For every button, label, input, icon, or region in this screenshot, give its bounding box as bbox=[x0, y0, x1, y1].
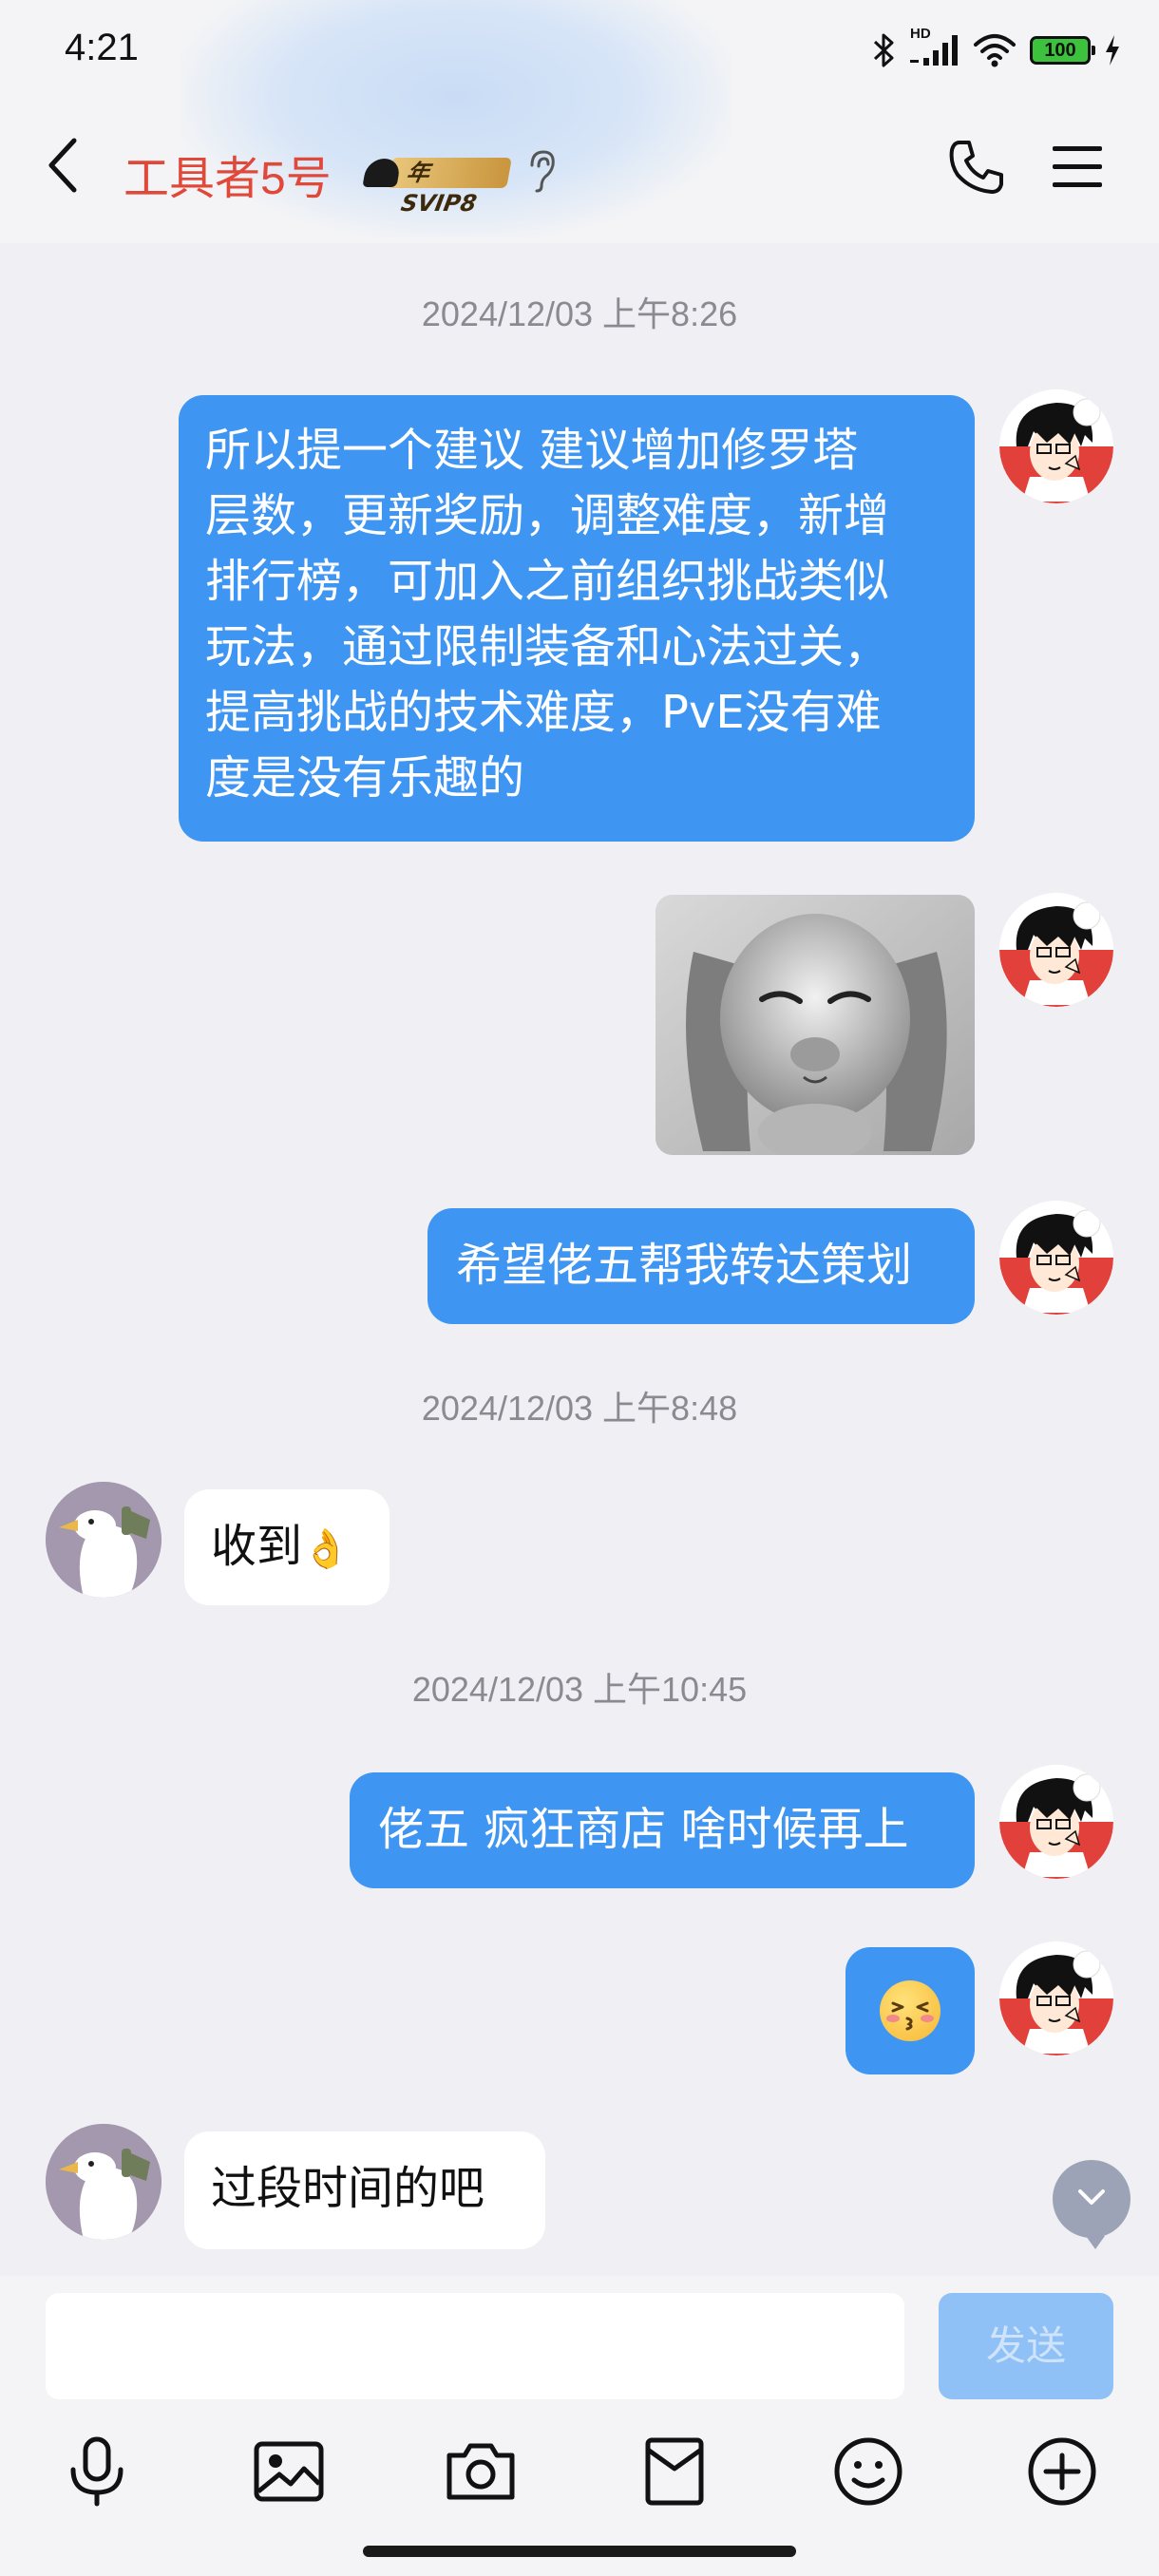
voice-input-button[interactable] bbox=[57, 2434, 137, 2513]
my-avatar[interactable] bbox=[999, 1941, 1113, 2055]
message-line: 玩法，通过限制装备和心法过关， bbox=[205, 620, 890, 673]
image-picker-button[interactable] bbox=[249, 2434, 329, 2513]
emoji-icon bbox=[833, 2436, 903, 2510]
contact-name[interactable]: 工具者5号 bbox=[124, 141, 332, 207]
incoming-message-bubble[interactable]: 过段时间的吧 bbox=[184, 2131, 545, 2249]
message-line: 提高挑战的技术难度，PvE没有难 bbox=[205, 686, 882, 739]
my-avatar[interactable] bbox=[999, 1765, 1113, 1879]
camera-icon bbox=[444, 2440, 518, 2507]
contact-avatar[interactable] bbox=[46, 1482, 162, 1598]
wifi-icon bbox=[973, 31, 1016, 69]
image-icon bbox=[253, 2440, 325, 2507]
status-icons: HD 100 bbox=[872, 26, 1121, 72]
emoji-picker-button[interactable] bbox=[828, 2434, 908, 2513]
plus-icon bbox=[1027, 2436, 1097, 2510]
network-label: HD bbox=[910, 26, 931, 42]
camera-button[interactable] bbox=[441, 2434, 521, 2513]
red-packet-button[interactable] bbox=[635, 2434, 714, 2513]
kissing-face-emoji bbox=[880, 1980, 940, 2041]
message-text: 收到 bbox=[211, 1520, 303, 1573]
outgoing-message-bubble[interactable]: 佬五 疯狂商店 啥时候再上 bbox=[350, 1772, 975, 1888]
message-timestamp: 2024/12/03 上午8:48 bbox=[421, 1389, 738, 1428]
menu-icon bbox=[1051, 146, 1104, 196]
send-button[interactable]: 发送 bbox=[939, 2293, 1113, 2399]
home-indicator[interactable] bbox=[363, 2546, 796, 2557]
incoming-message-bubble[interactable]: 收到👌 bbox=[184, 1489, 390, 1605]
message-line: 度是没有乐趣的 bbox=[205, 751, 525, 805]
message-composer: 发送 bbox=[0, 2276, 1159, 2576]
status-time: 4:21 bbox=[65, 27, 139, 68]
outgoing-message-bubble[interactable]: 所以提一个建议 建议增加修罗塔 层数，更新奖励，调整难度，新增 排行榜，可加入之… bbox=[179, 395, 975, 842]
svip-badge[interactable]: 年SVIP8 bbox=[362, 152, 512, 217]
helmet-icon bbox=[362, 159, 402, 187]
message-timestamp: 2024/12/03 上午10:45 bbox=[411, 1670, 748, 1709]
battery-icon: 100 bbox=[1030, 36, 1095, 65]
my-avatar[interactable] bbox=[999, 389, 1113, 503]
top-bar: 4:21 HD 100 工具者5号 年SVIP8 bbox=[0, 0, 1159, 243]
signal-icon: HD bbox=[910, 26, 960, 69]
message-timestamp: 2024/12/03 上午8:26 bbox=[421, 294, 738, 333]
back-icon bbox=[44, 135, 82, 199]
phone-call-button[interactable] bbox=[946, 137, 1007, 201]
my-avatar[interactable] bbox=[999, 893, 1113, 1007]
phone-icon bbox=[946, 141, 1007, 201]
chat-menu-button[interactable] bbox=[1051, 142, 1104, 196]
microphone-icon bbox=[64, 2435, 130, 2511]
message-line: 所以提一个建议 建议增加修罗塔 bbox=[205, 424, 859, 477]
more-options-button[interactable] bbox=[1022, 2434, 1102, 2513]
charging-icon bbox=[1104, 33, 1121, 67]
outgoing-emoji-bubble[interactable] bbox=[846, 1947, 975, 2074]
message-input[interactable] bbox=[46, 2293, 904, 2399]
message-line: 排行榜，可加入之前组织挑战类似 bbox=[205, 555, 890, 608]
scroll-to-bottom-button[interactable] bbox=[1053, 2160, 1130, 2249]
bluetooth-icon bbox=[872, 31, 897, 69]
rabbit-sticker-image[interactable] bbox=[656, 895, 975, 1155]
svip-badge-label: 年SVIP8 bbox=[387, 158, 512, 217]
chevron-down-icon bbox=[1073, 2178, 1111, 2220]
message-line: 层数，更新奖励，调整难度，新增 bbox=[205, 489, 890, 542]
ok-hand-emoji: 👌 bbox=[302, 1527, 350, 1571]
back-button[interactable] bbox=[38, 133, 87, 201]
red-packet-icon bbox=[644, 2436, 705, 2510]
contact-avatar[interactable] bbox=[46, 2124, 162, 2240]
ear-icon[interactable] bbox=[524, 148, 559, 198]
outgoing-message-bubble[interactable]: 希望佬五帮我转达策划 bbox=[428, 1208, 975, 1324]
my-avatar[interactable] bbox=[999, 1201, 1113, 1315]
